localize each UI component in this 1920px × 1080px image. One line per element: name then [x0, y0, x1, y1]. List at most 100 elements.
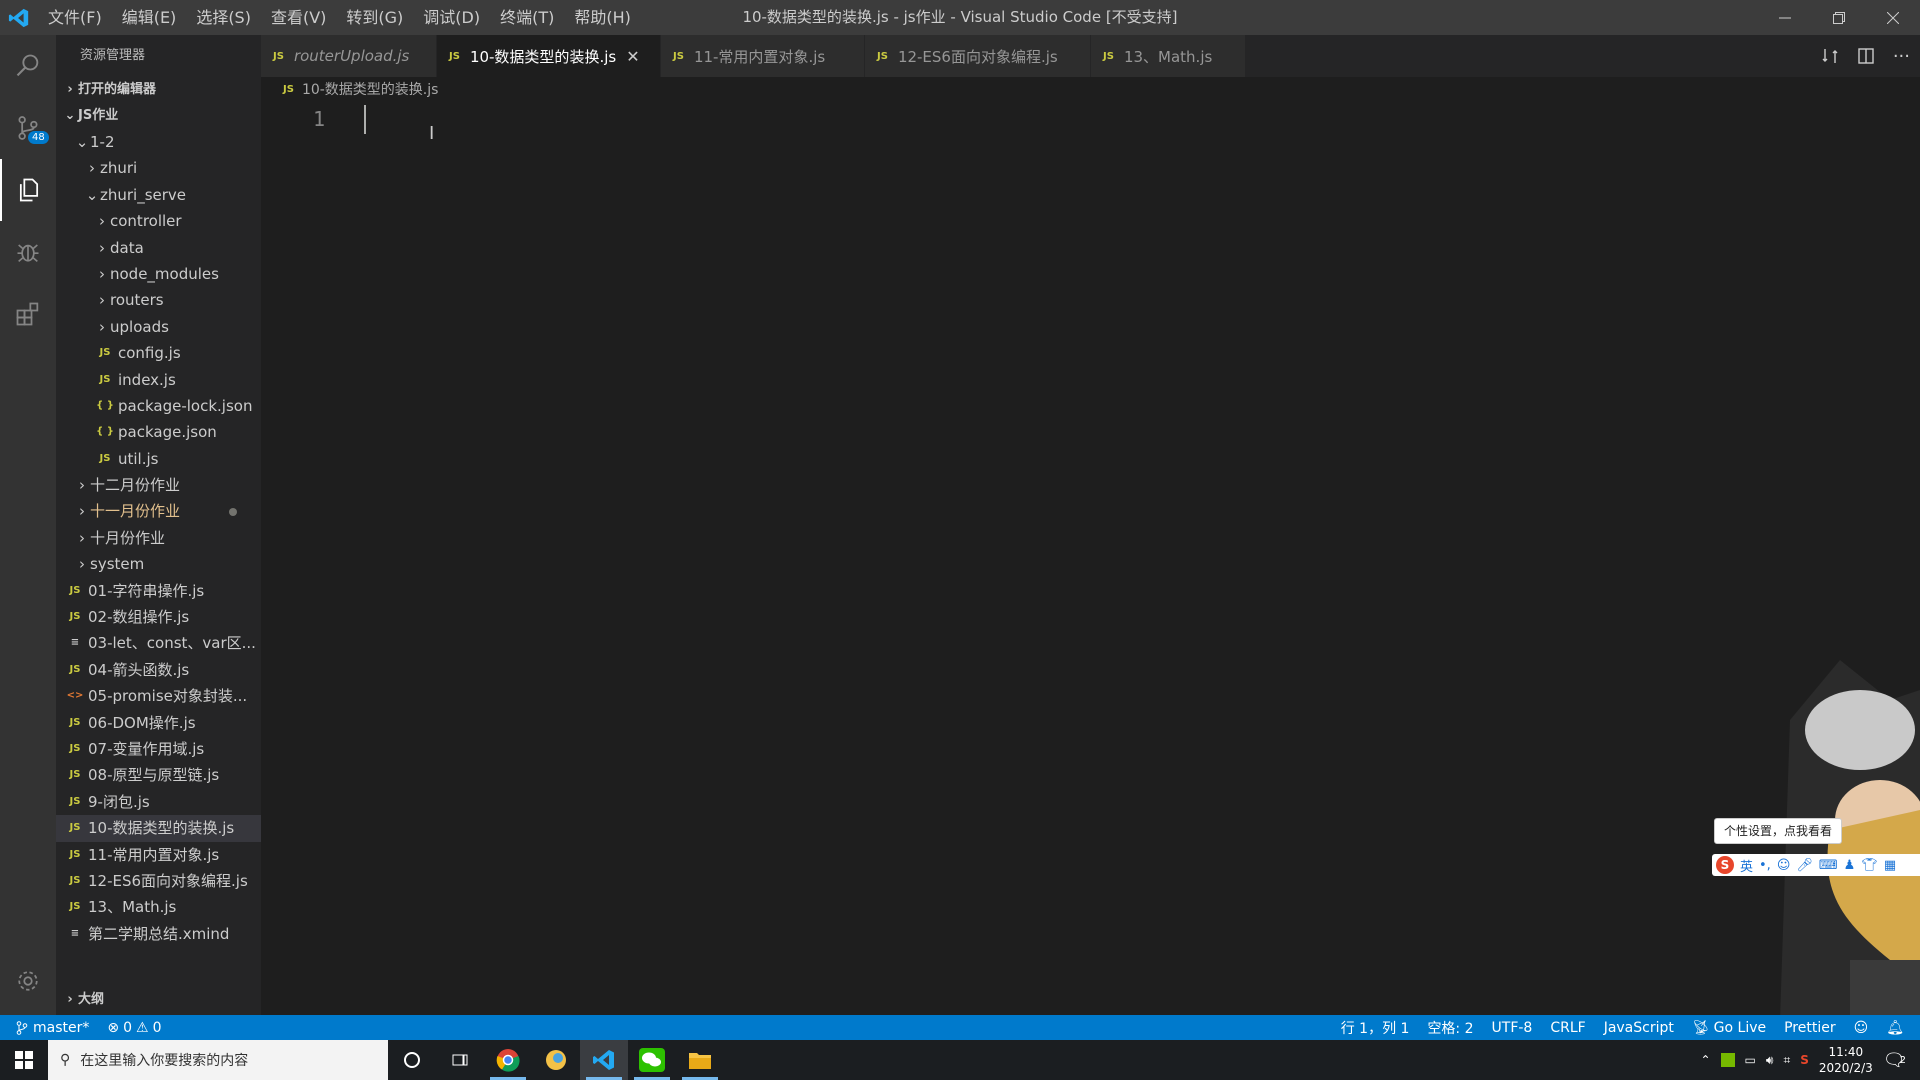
tree-folder[interactable]: › routers [56, 287, 261, 313]
restore-button[interactable] [1812, 0, 1866, 35]
tree-folder[interactable]: ⌄ 1-2 [56, 129, 261, 155]
taskbar-file-explorer[interactable] [676, 1040, 724, 1080]
bell-icon[interactable]: 🔔︎ [1886, 1020, 1904, 1036]
taskbar-chrome[interactable] [484, 1040, 532, 1080]
menu-debug[interactable]: 调试(D) [413, 0, 490, 35]
tree-file[interactable]: { } package.json [56, 419, 261, 445]
ime-mode[interactable]: 英 [1740, 856, 1753, 875]
task-view-button[interactable] [436, 1040, 484, 1080]
vscode-logo-icon[interactable] [0, 0, 38, 35]
menu-help[interactable]: 帮助(H) [564, 0, 641, 35]
tree-file[interactable]: JS 08-原型与原型链.js [56, 762, 261, 788]
tree-file[interactable]: ≡ 03-let、const、var区... [56, 630, 261, 656]
tree-file[interactable]: JS 10-数据类型的装换.js [56, 815, 261, 842]
toolbox-icon[interactable]: ▦ [1884, 858, 1896, 873]
menu-edit[interactable]: 编辑(E) [112, 0, 187, 35]
tab-routerupload[interactable]: JS routerUpload.js [261, 35, 437, 77]
gpu-icon[interactable] [1720, 1053, 1735, 1067]
tree-folder[interactable]: › system [56, 551, 261, 577]
taskbar-vscode[interactable] [580, 1040, 628, 1080]
tree-file[interactable]: JS 07-变量作用域.js [56, 736, 261, 762]
branch-status[interactable]: master* [16, 1020, 89, 1036]
tree-folder[interactable]: › data [56, 235, 261, 261]
taskbar-search[interactable]: ⚲ 在这里输入你要搜索的内容 [48, 1040, 388, 1080]
notification-center[interactable]: 🗨︎ 2 [1883, 1050, 1906, 1071]
user-icon[interactable]: ♟ [1844, 858, 1856, 873]
tree-folder[interactable]: › uploads [56, 314, 261, 340]
activity-extensions[interactable] [0, 283, 56, 345]
tree-file[interactable]: JS 06-DOM操作.js [56, 710, 261, 736]
tab-data-type-conversion[interactable]: JS 10-数据类型的装换.js ✕ [437, 35, 661, 77]
workspace-root[interactable]: ⌄ JS作业 [56, 103, 261, 129]
cursor-position[interactable]: 行 1，列 1 [1341, 1018, 1410, 1038]
go-live-button[interactable]: 📡︎ Go Live [1692, 1020, 1766, 1036]
language-mode[interactable]: JavaScript [1604, 1020, 1674, 1036]
tree-file[interactable]: JS 12-ES6面向对象编程.js [56, 868, 261, 894]
code-editor[interactable]: 1 I [261, 103, 1920, 1015]
volume-icon[interactable]: 🔊︎ [1766, 1053, 1774, 1068]
tree-folder[interactable]: › zhuri [56, 155, 261, 181]
keyboard-icon[interactable]: ⌨ [1819, 858, 1838, 873]
skin-icon[interactable]: 👕︎ [1861, 858, 1878, 873]
ime-tray-icon[interactable]: ⌗ [1783, 1053, 1790, 1068]
tree-file[interactable]: JS 04-箭头函数.js [56, 657, 261, 683]
activity-settings[interactable] [0, 950, 56, 1012]
activity-search[interactable] [0, 35, 56, 97]
breadcrumb-file[interactable]: 10-数据类型的装换.js [302, 77, 439, 103]
chevron-up-icon[interactable]: ⌃ [1700, 1053, 1710, 1067]
start-button[interactable] [0, 1040, 48, 1080]
tree-folder[interactable]: › 十月份作业 [56, 525, 261, 551]
tree-file[interactable]: <> 05-promise对象封装... [56, 683, 261, 709]
tab-es6-oop[interactable]: JS 12-ES6面向对象编程.js [865, 35, 1091, 77]
menu-terminal[interactable]: 终端(T) [490, 0, 564, 35]
menu-view[interactable]: 查看(V) [261, 0, 336, 35]
encoding[interactable]: UTF-8 [1492, 1020, 1533, 1036]
clock[interactable]: 11:40 2020/2/3 [1819, 1044, 1873, 1076]
tab-builtin-objects[interactable]: JS 11-常用内置对象.js [661, 35, 865, 77]
tree-folder[interactable]: ⌄ zhuri_serve [56, 182, 261, 208]
taskbar-app-2[interactable] [532, 1040, 580, 1080]
line-ending[interactable]: CRLF [1550, 1020, 1585, 1036]
microphone-icon[interactable]: 🎤︎ [1796, 858, 1813, 873]
sogou-tray-icon[interactable]: S [1800, 1053, 1809, 1067]
more-actions-icon[interactable]: ··· [1893, 46, 1910, 67]
minimize-button[interactable] [1758, 0, 1812, 35]
tree-file[interactable]: JS 02-数组操作.js [56, 604, 261, 630]
tree-file[interactable]: ≡ 第二学期总结.xmind [56, 921, 261, 947]
emoji-icon[interactable]: ☺ [1777, 858, 1791, 873]
sogou-logo-icon[interactable]: S [1716, 856, 1734, 874]
indentation[interactable]: 空格: 2 [1427, 1018, 1473, 1038]
smiley-feedback-icon[interactable]: ☺ [1854, 1020, 1869, 1036]
menu-file[interactable]: 文件(F) [38, 0, 112, 35]
compare-changes-icon[interactable] [1821, 47, 1839, 65]
tree-file[interactable]: JS 01-字符串操作.js [56, 578, 261, 604]
tree-folder[interactable]: › 十二月份作业 [56, 472, 261, 498]
outline-section[interactable]: › 大纲 [56, 987, 261, 1013]
problems-status[interactable]: ⊗ 0 ⚠ 0 [107, 1020, 161, 1036]
cortana-button[interactable] [388, 1040, 436, 1080]
ime-tip[interactable]: 个性设置，点我看看 [1714, 818, 1842, 844]
menu-selection[interactable]: 选择(S) [186, 0, 261, 35]
menu-go[interactable]: 转到(G) [336, 0, 413, 35]
tree-file[interactable]: { } package-lock.json [56, 393, 261, 419]
tree-folder[interactable]: › 十一月份作业 [56, 498, 261, 524]
taskbar-wechat[interactable] [628, 1040, 676, 1080]
split-editor-icon[interactable] [1857, 47, 1875, 65]
activity-explorer[interactable] [0, 159, 56, 221]
close-window-button[interactable] [1866, 0, 1920, 35]
tree-folder[interactable]: › node_modules [56, 261, 261, 287]
activity-debug[interactable] [0, 221, 56, 283]
tree-file[interactable]: JS config.js [56, 340, 261, 366]
prettier-status[interactable]: Prettier [1784, 1020, 1836, 1036]
close-icon[interactable]: ✕ [626, 47, 639, 66]
punctuation-icon[interactable]: •, [1759, 858, 1771, 873]
tree-file[interactable]: JS util.js [56, 446, 261, 472]
tab-math[interactable]: JS 13、Math.js [1091, 35, 1246, 77]
tree-file[interactable]: JS 9-闭包.js [56, 789, 261, 815]
tree-file[interactable]: JS index.js [56, 367, 261, 393]
tree-folder[interactable]: › controller [56, 208, 261, 234]
battery-icon[interactable]: ▭ [1745, 1053, 1756, 1067]
activity-source-control[interactable]: 48 [0, 97, 56, 159]
tree-file[interactable]: JS 11-常用内置对象.js [56, 842, 261, 868]
open-editors-section[interactable]: › 打开的编辑器 [56, 77, 261, 103]
